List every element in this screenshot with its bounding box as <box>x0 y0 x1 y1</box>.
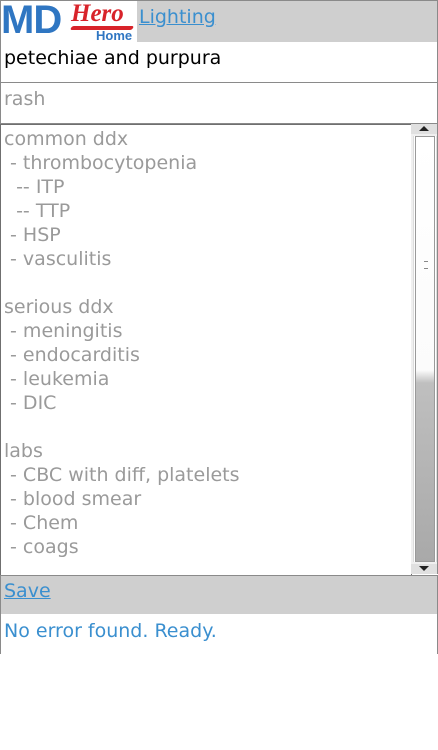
chevron-down-icon <box>419 566 429 571</box>
content-line: - coags <box>4 536 79 558</box>
logo-home-text: Home <box>96 28 133 43</box>
content-line: - thrombocytopenia <box>4 152 198 174</box>
lighting-link[interactable]: Lighting <box>139 6 216 28</box>
status-bar: No error found. Ready. <box>0 614 438 654</box>
scroll-down-button[interactable] <box>411 564 437 574</box>
content-line: - meningitis <box>4 320 123 342</box>
grip-icon <box>424 261 428 269</box>
scroll-thumb[interactable] <box>415 136 435 562</box>
entry-title: petechiae and purpura <box>4 47 222 69</box>
content-line: - DIC <box>4 392 57 414</box>
content-line: -- ITP <box>4 176 65 198</box>
content-scrollbar[interactable] <box>411 124 438 574</box>
content-line: - vasculitis <box>4 248 112 270</box>
entry-category-field[interactable]: rash <box>0 83 438 124</box>
scroll-track[interactable] <box>413 136 437 562</box>
content-line: - CBC with diff, platelets <box>4 464 240 486</box>
entry-content-area[interactable]: common ddx - thrombocytopenia -- ITP -- … <box>0 124 412 576</box>
entry-category: rash <box>4 88 46 110</box>
logo-hero-text: Hero <box>71 0 124 27</box>
content-line: - endocarditis <box>4 344 140 366</box>
save-bar: Save <box>0 575 438 615</box>
mdhero-home-logo[interactable]: MD Hero Home <box>1 0 137 43</box>
entry-title-field[interactable]: petechiae and purpura <box>0 42 438 83</box>
content-line: serious ddx <box>4 296 114 318</box>
chevron-up-icon <box>419 126 429 131</box>
top-bar: MD Hero Home Lighting <box>0 0 438 44</box>
content-line: - HSP <box>4 224 61 246</box>
content-line: labs <box>4 440 43 462</box>
content-line: common ddx <box>4 128 129 150</box>
save-button[interactable]: Save <box>4 580 51 602</box>
content-line: - Chem <box>4 512 79 534</box>
logo-md-text: MD <box>1 0 62 42</box>
content-line: -- TTP <box>4 200 71 222</box>
content-line: - leukemia <box>4 368 110 390</box>
content-line: - blood smear <box>4 488 142 510</box>
status-message: No error found. Ready. <box>4 620 217 642</box>
scroll-up-button[interactable] <box>411 124 437 134</box>
